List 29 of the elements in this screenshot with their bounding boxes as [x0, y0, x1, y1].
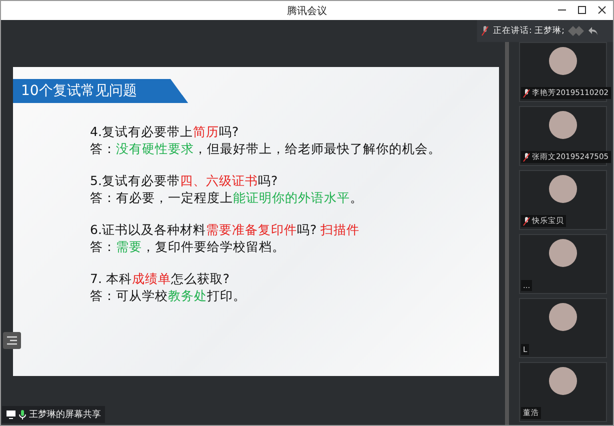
avatar-placeholder — [549, 367, 577, 395]
window-title: 腾讯会议 — [287, 4, 327, 18]
avatar-placeholder — [549, 175, 577, 203]
close-icon[interactable] — [597, 5, 607, 15]
muted-microphone-icon — [523, 152, 530, 162]
answer-text: 答：没有硬性要求，但最好带上，给老师最快了解你的机会。 — [90, 140, 442, 157]
maximize-icon[interactable] — [577, 5, 587, 15]
avatar-placeholder — [549, 239, 577, 267]
slide-title: 10个复试常见问题 — [21, 82, 137, 100]
microphone-icon — [19, 410, 26, 420]
list-button[interactable] — [3, 332, 21, 349]
muted-microphone-icon — [523, 216, 530, 226]
question-text: 5.复试有必要带四、六级证书吗? — [90, 172, 279, 189]
muted-microphone-icon — [481, 26, 489, 36]
question-text: 7. 本科成绩单怎么获取? — [90, 270, 231, 287]
question-text: 6.证书以及各种材料需要准备复印件吗? 扫描件 — [90, 221, 361, 238]
question-text: 4.复试有必要带上简历吗? — [90, 123, 240, 140]
answer-text: 答：有必要，一定程度上能证明你的外语水平。 — [90, 189, 364, 206]
list-icon — [7, 336, 17, 345]
screen-share-icon — [6, 410, 16, 419]
back-arrow-icon[interactable] — [588, 26, 598, 36]
avatar-placeholder — [549, 47, 577, 75]
screen-share-label: 王梦琳的屏幕共享 — [29, 408, 101, 421]
answer-text: 答：可从学校教务处打印。 — [90, 287, 247, 304]
avatar-placeholder — [549, 111, 577, 139]
speaker-label: 正在讲话: 王梦琳; — [493, 25, 564, 37]
avatar-placeholder — [549, 303, 577, 331]
muted-microphone-icon — [523, 88, 530, 98]
answer-text: 答：需要，复印件要给学校留档。 — [90, 238, 286, 255]
